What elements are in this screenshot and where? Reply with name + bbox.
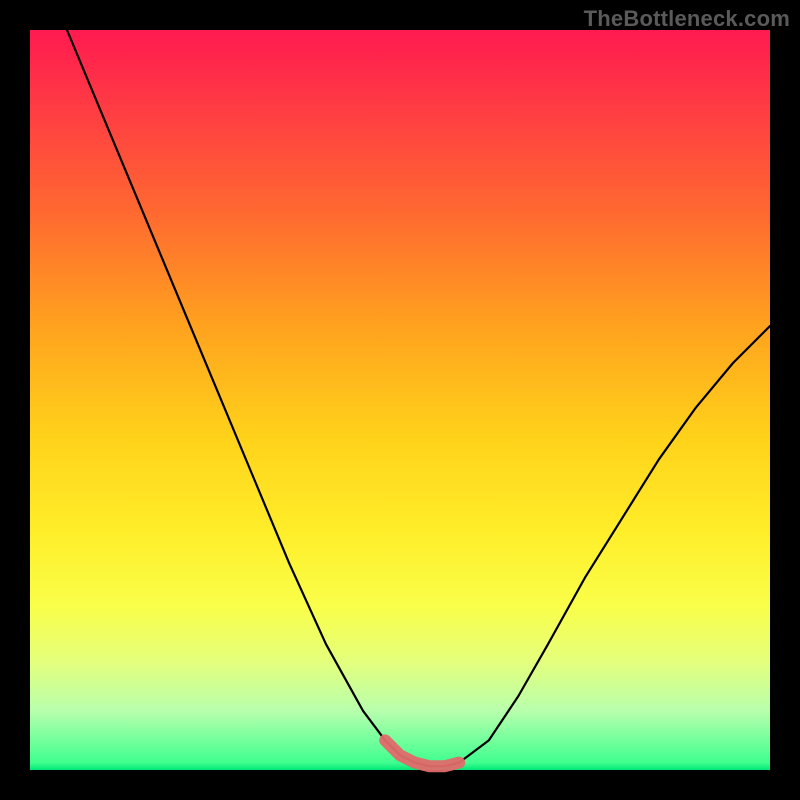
optimal-range-highlight — [385, 740, 459, 766]
watermark-text: TheBottleneck.com — [584, 6, 790, 32]
plot-area — [30, 30, 770, 770]
bottleneck-curve — [67, 30, 770, 766]
chart-svg — [30, 30, 770, 770]
chart-frame: TheBottleneck.com — [0, 0, 800, 800]
